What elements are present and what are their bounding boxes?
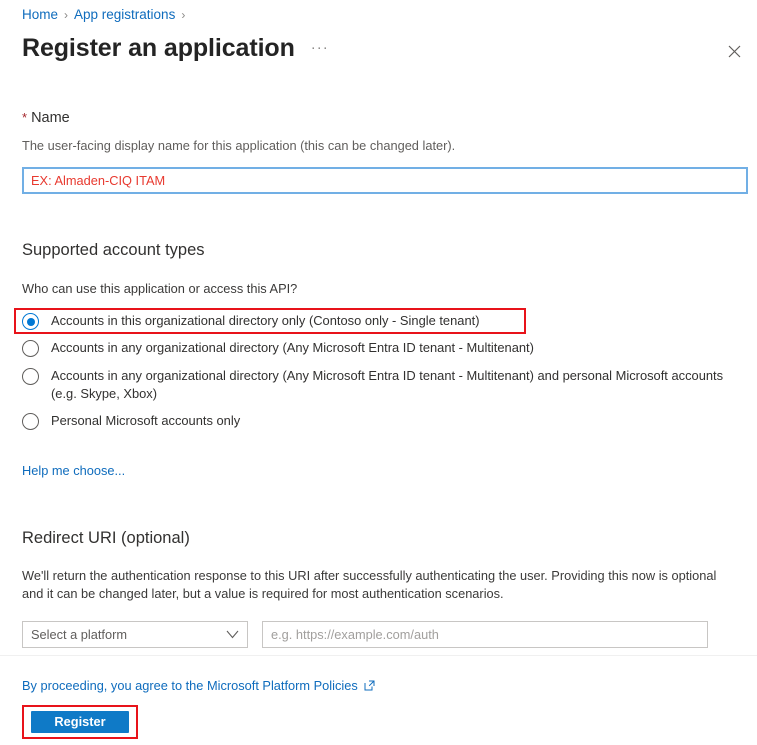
radio-indicator-personal-only[interactable] <box>22 413 39 430</box>
required-marker: * <box>22 110 28 125</box>
platform-select-value: Select a platform <box>31 627 128 642</box>
radio-indicator-selected[interactable] <box>22 313 39 330</box>
radio-indicator-multitenant[interactable] <box>22 340 39 357</box>
platform-policies-link[interactable]: By proceeding, you agree to the Microsof… <box>22 678 375 693</box>
name-label-text: Name <box>31 110 70 126</box>
supported-account-types-heading: Supported account types <box>22 241 205 259</box>
name-field-label: * Name <box>22 110 748 126</box>
chevron-down-icon <box>226 630 239 639</box>
register-button[interactable]: Register <box>31 711 129 733</box>
redirect-uri-row: Select a platform <box>22 621 748 648</box>
footer-divider <box>0 655 757 656</box>
register-button-highlight: Register <box>22 705 138 739</box>
supported-account-types-question: Who can use this application or access t… <box>22 281 298 296</box>
breadcrumb: Home › App registrations › <box>22 6 185 24</box>
platform-policies-text: By proceeding, you agree to the Microsof… <box>22 678 358 693</box>
platform-select[interactable]: Select a platform <box>22 621 248 648</box>
breadcrumb-separator-icon: › <box>64 8 69 22</box>
register-application-form: * Name The user-facing display name for … <box>14 110 748 648</box>
radio-label-single-tenant: Accounts in this organizational director… <box>51 313 480 329</box>
name-input[interactable] <box>22 167 748 194</box>
more-options-icon[interactable]: ··· <box>311 39 329 56</box>
form-footer: By proceeding, you agree to the Microsof… <box>22 678 748 739</box>
radio-option-personal-only[interactable]: Personal Microsoft accounts only <box>22 407 748 435</box>
breadcrumb-item-app-registrations[interactable]: App registrations <box>74 6 175 24</box>
close-icon[interactable] <box>721 38 747 64</box>
redirect-uri-description: We'll return the authentication response… <box>22 568 717 601</box>
radio-label-multitenant-personal: Accounts in any organizational directory… <box>51 368 724 401</box>
breadcrumb-separator-icon-2: › <box>181 8 186 22</box>
radio-indicator-multitenant-personal[interactable] <box>22 368 39 385</box>
help-me-choose-link[interactable]: Help me choose... <box>22 463 125 478</box>
breadcrumb-item-home[interactable]: Home <box>22 6 58 24</box>
radio-option-multitenant-personal[interactable]: Accounts in any organizational directory… <box>22 362 748 407</box>
redirect-uri-input[interactable] <box>262 621 708 648</box>
name-field-description: The user-facing display name for this ap… <box>22 138 456 153</box>
radio-option-single-tenant[interactable]: Accounts in this organizational director… <box>14 308 526 334</box>
radio-label-personal-only: Personal Microsoft accounts only <box>51 413 241 428</box>
account-types-radio-group: Accounts in this organizational director… <box>14 308 748 435</box>
radio-label-multitenant: Accounts in any organizational directory… <box>51 340 534 355</box>
page-title: Register an application <box>22 34 295 62</box>
redirect-uri-heading: Redirect URI (optional) <box>22 529 190 547</box>
title-row: Register an application ··· <box>22 32 329 64</box>
radio-option-multitenant[interactable]: Accounts in any organizational directory… <box>22 334 748 362</box>
external-link-icon <box>364 680 375 691</box>
